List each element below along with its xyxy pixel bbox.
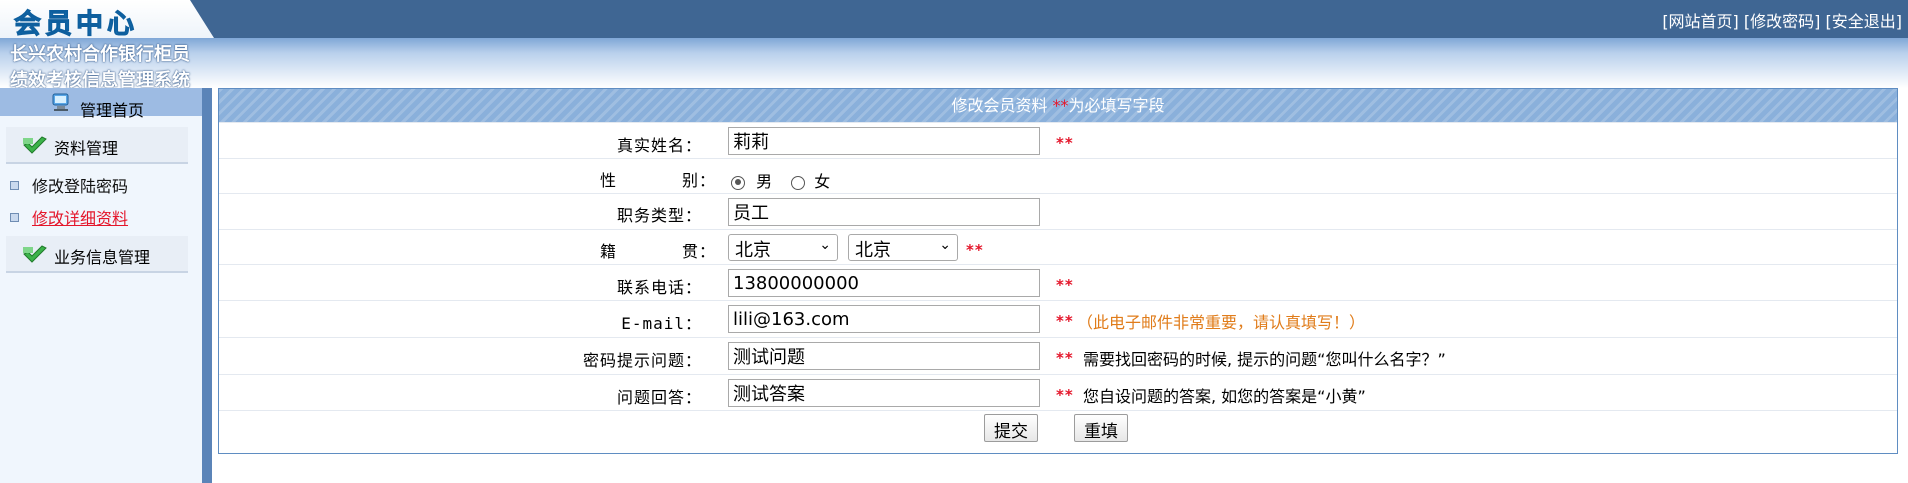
required-mark: **	[1056, 276, 1074, 294]
top-bar	[0, 0, 1908, 38]
real-name-label: 真实姓名：	[616, 136, 702, 155]
change-password-link[interactable]: [修改密码]	[1744, 12, 1821, 31]
row-gender: 性 别： 男 女	[219, 158, 1897, 194]
chevron-down-icon: ⌄	[939, 237, 951, 253]
row-phone: 联系电话： **	[219, 264, 1897, 301]
sidebar-item-label[interactable]: 修改登陆密码	[32, 177, 128, 196]
member-center-logo: 会员中心	[14, 9, 138, 40]
phone-input[interactable]	[728, 269, 1040, 297]
submit-button[interactable]: 提交	[984, 414, 1038, 442]
gender-male-radio[interactable]	[731, 175, 745, 190]
row-origin: 籍 贯： 北京 ⌄ 北京 ⌄ **	[219, 229, 1897, 265]
gender-male-label: 男	[756, 172, 773, 191]
row-question: 密码提示问题： ** 需要找回密码的时候, 提示的问题“您叫什么名字？”	[219, 337, 1897, 375]
row-job-type: 职务类型：	[219, 193, 1897, 230]
gender-female-label: 女	[814, 172, 831, 191]
origin-label-b: 贯：	[682, 242, 717, 261]
required-mark: **	[1056, 312, 1074, 330]
reset-button[interactable]: 重填	[1074, 414, 1128, 442]
chevron-down-icon: ⌄	[819, 237, 831, 253]
system-title: 长兴农村合作银行柜员 绩效考核信息管理系统	[10, 42, 210, 94]
sidebar-group-label: 业务信息管理	[54, 248, 151, 267]
required-mark: **	[1056, 386, 1074, 404]
province-select[interactable]: 北京 ⌄	[728, 234, 838, 261]
row-email: E-mail： ** （此电子邮件非常重要，请认真填写！）	[219, 300, 1897, 338]
required-mark: **	[1056, 349, 1074, 367]
answer-note: 您自设问题的答案, 如您的答案是“小黄”	[1083, 387, 1366, 406]
banner	[0, 38, 1908, 88]
gender-female-radio[interactable]	[791, 175, 806, 190]
sidebar-group-profile[interactable]: 资料管理	[6, 127, 188, 164]
green-arrow-icon	[23, 136, 47, 154]
gender-label-a: 性	[600, 171, 618, 190]
real-name-input[interactable]	[728, 127, 1040, 155]
question-note: 需要找回密码的时候, 提示的问题“您叫什么名字？”	[1083, 350, 1446, 369]
sidebar-divider	[202, 88, 212, 483]
job-type-input[interactable]	[728, 198, 1040, 226]
origin-label-a: 籍	[600, 242, 618, 261]
form-title: 修改会员资料	[951, 96, 1048, 115]
job-type-label: 职务类型：	[616, 206, 702, 225]
sidebar-item-label[interactable]: 修改详细资料	[32, 209, 128, 228]
monitor-icon	[52, 93, 69, 111]
required-mark: **	[1056, 134, 1074, 152]
question-input[interactable]	[728, 342, 1040, 370]
email-note: （此电子邮件非常重要，请认真填写！）	[1077, 313, 1366, 332]
question-label: 密码提示问题：	[582, 351, 702, 370]
top-links: [网站首页] [修改密码] [安全退出]	[1662, 8, 1902, 32]
bullet-icon	[10, 213, 19, 222]
sidebar-item-edit-details[interactable]: 修改详细资料	[10, 205, 128, 229]
city-select[interactable]: 北京 ⌄	[848, 234, 958, 261]
email-label: E-mail：	[621, 314, 702, 333]
row-answer: 问题回答： ** 您自设问题的答案, 如您的答案是“小黄”	[219, 374, 1897, 411]
form-header: 修改会员资料 **为必填写字段	[219, 89, 1897, 122]
gender-radio-group: 男 女	[731, 168, 830, 192]
row-real-name: 真实姓名： **	[219, 122, 1897, 159]
logo-area: 会员中心	[0, 0, 214, 38]
logout-link[interactable]: [安全退出]	[1826, 12, 1903, 31]
city-value: 北京	[855, 240, 891, 261]
province-value: 北京	[735, 240, 771, 261]
edit-profile-form: 修改会员资料 **为必填写字段 真实姓名： ** 性 别： 男 女 职务类型： …	[218, 88, 1898, 454]
required-mark: **	[966, 241, 984, 259]
bullet-icon	[10, 181, 19, 190]
gender-label-b: 别：	[682, 171, 717, 190]
email-input[interactable]	[728, 305, 1040, 333]
system-title-line1: 长兴农村合作银行柜员	[10, 44, 190, 65]
row-buttons: 提交 重填	[219, 410, 1897, 453]
answer-label: 问题回答：	[616, 388, 702, 407]
phone-label: 联系电话：	[616, 278, 702, 297]
green-arrow-icon	[23, 245, 47, 263]
site-home-link[interactable]: [网站首页]	[1662, 12, 1739, 31]
required-mark: **	[1052, 96, 1069, 115]
sidebar-item-change-login-password[interactable]: 修改登陆密码	[10, 173, 128, 197]
sidebar-home-label[interactable]: 管理首页	[80, 97, 144, 121]
required-note: 为必填写字段	[1068, 96, 1165, 115]
sidebar-group-label: 资料管理	[54, 139, 119, 158]
sidebar-group-business[interactable]: 业务信息管理	[6, 236, 188, 273]
answer-input[interactable]	[728, 379, 1040, 407]
